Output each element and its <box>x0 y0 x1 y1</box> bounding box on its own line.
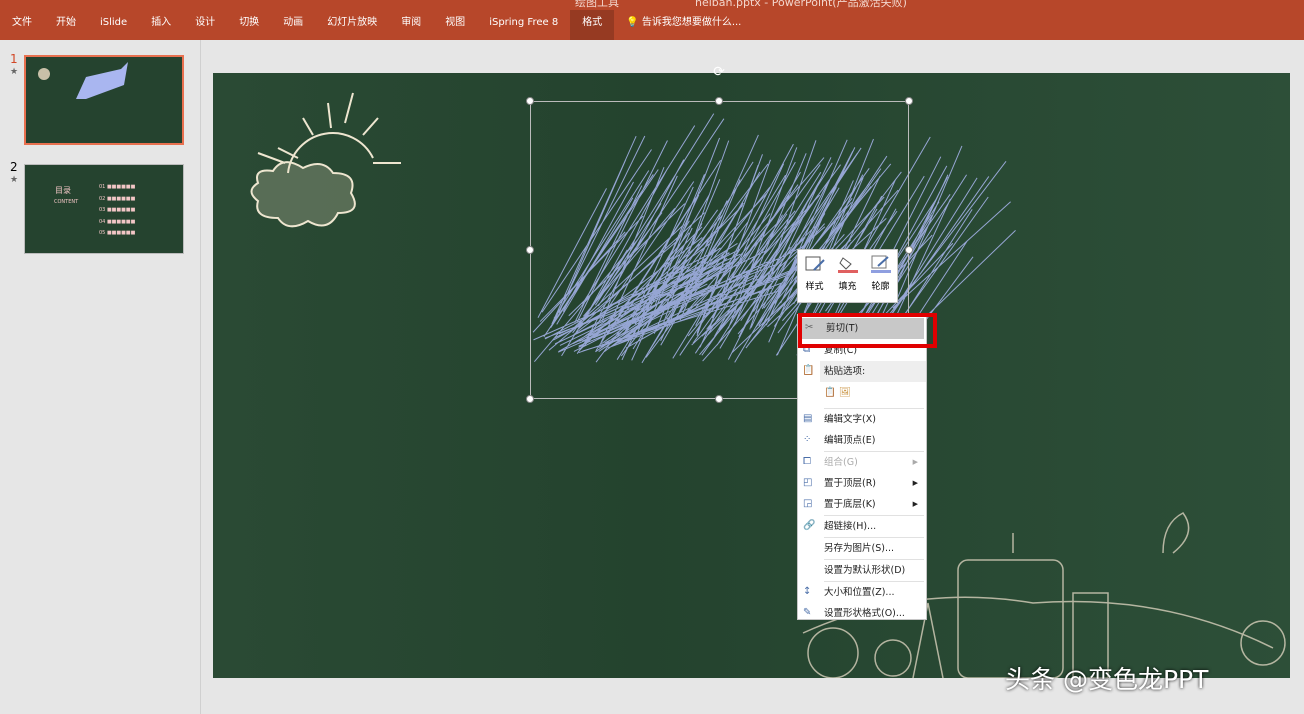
ribbon: 绘图工具 heiban.pptx - PowerPoint(产品激活失败) 文件… <box>0 0 1304 40</box>
menu-item[interactable]: 另存为图片(S)... <box>798 538 926 559</box>
thumbnail-scribble <box>38 62 128 99</box>
paste-icon: 📋 <box>802 365 815 376</box>
tab-view[interactable]: 视图 <box>433 10 477 40</box>
slide-thumbnail-panel: 1 ★ 2 ★ 目录 CONTENT 01 ■■■■■■ 02 ■■■■■■ 0… <box>0 40 201 714</box>
tab-review[interactable]: 审阅 <box>389 10 433 40</box>
sun-cloud-doodle <box>250 92 401 228</box>
paste-picture-icon[interactable]: 🖼 <box>839 387 851 398</box>
bring-front-icon: ◰ <box>803 477 813 488</box>
fill-bucket-icon <box>837 257 858 273</box>
menu-item[interactable]: ⧠ 组合(G) ▶ <box>798 452 926 473</box>
menu-item[interactable]: ↕ 大小和位置(Z)... <box>798 582 926 603</box>
format-shape-icon: ✎ <box>803 607 812 618</box>
submenu-arrow-icon: ▶ <box>912 458 918 466</box>
tab-home[interactable]: 开始 <box>44 10 88 40</box>
slide-number: 1 <box>10 52 18 66</box>
resize-handle[interactable] <box>715 395 723 403</box>
menu-item[interactable]: 设置为默认形状(D) <box>798 560 926 581</box>
menu-item[interactable]: ✎ 设置形状格式(O)... <box>798 603 926 624</box>
thumb-title: 目录 <box>55 186 71 195</box>
resize-handle[interactable] <box>526 395 534 403</box>
edit-points-icon: ⁘ <box>803 434 812 445</box>
submenu-arrow-icon: ▶ <box>912 500 918 508</box>
tab-ispring[interactable]: iSpring Free 8 <box>477 10 570 40</box>
menu-item[interactable]: ◰ 置于顶层(R) ▶ <box>798 473 926 494</box>
highlight-annotation-box <box>798 313 937 348</box>
tab-insert[interactable]: 插入 <box>139 10 183 40</box>
hyperlink-icon: 🔗 <box>803 520 816 531</box>
window-title: heiban.pptx - PowerPoint(产品激活失败) <box>695 0 907 9</box>
animation-star-icon: ★ <box>10 67 19 77</box>
resize-handle[interactable] <box>905 246 913 254</box>
animation-star-icon: ★ <box>10 175 19 185</box>
edit-text-icon: ▤ <box>803 413 813 424</box>
slide-thumbnail-1[interactable] <box>24 55 184 145</box>
tab-animations[interactable]: 动画 <box>271 10 315 40</box>
watermark: 头条 @变色龙PPT <box>1005 665 1209 694</box>
thumb-item: 01 ■■■■■■ <box>99 184 136 190</box>
outline-button[interactable]: 轮廓 <box>870 254 892 302</box>
lightbulb-icon: 💡 <box>626 17 639 28</box>
thumb-subtitle: CONTENT <box>54 199 79 205</box>
style-button[interactable]: 样式 <box>804 254 826 302</box>
slide-thumbnail-2[interactable]: 目录 CONTENT 01 ■■■■■■ 02 ■■■■■■ 03 ■■■■■■… <box>24 164 184 254</box>
menu-item[interactable]: ◲ 置于底层(K) ▶ <box>798 494 926 515</box>
rotate-handle-icon[interactable]: ⟳ <box>711 64 727 80</box>
submenu-arrow-icon: ▶ <box>912 479 918 487</box>
size-position-icon: ↕ <box>803 586 812 597</box>
tab-design[interactable]: 设计 <box>183 10 227 40</box>
thumb-item: 04 ■■■■■■ <box>99 218 136 225</box>
paste-keep-source-icon[interactable]: 📋 <box>824 387 836 398</box>
context-menu: ✂ 剪切(T) ⧉ 复制(C) 📋 粘贴选项: 📋 🖼 ▤ 编辑文字(X) ⁘ 编辑顶点(E… <box>797 314 927 620</box>
tab-format[interactable]: 格式 <box>570 10 615 40</box>
shape-style-icon <box>805 256 825 271</box>
resize-handle[interactable] <box>715 97 723 105</box>
tab-islide[interactable]: iSlide <box>88 10 139 40</box>
menu-item[interactable]: ▤ 编辑文字(X) <box>798 409 926 430</box>
thumb-item: 03 ■■■■■■ <box>99 207 136 213</box>
context-group-label: 绘图工具 <box>575 0 619 9</box>
tell-me-search[interactable]: 💡 告诉我您想要做什么... <box>614 10 753 40</box>
menu-item[interactable]: 🔗 超链接(H)... <box>798 516 926 537</box>
tab-file[interactable]: 文件 <box>0 10 44 40</box>
thumb-item: 02 ■■■■■■ <box>99 195 136 202</box>
resize-handle[interactable] <box>905 97 913 105</box>
group-icon: ⧠ <box>803 456 811 467</box>
menu-item[interactable]: ⁘ 编辑顶点(E) <box>798 430 926 451</box>
mini-toolbar: 样式 填充 轮廓 <box>797 249 898 303</box>
paste-options-header: 📋 粘贴选项: <box>802 361 926 382</box>
slide-number: 2 <box>10 160 18 174</box>
outline-pen-icon <box>870 255 891 273</box>
send-back-icon: ◲ <box>803 498 813 509</box>
thumb-item: 05 ■■■■■■ <box>99 230 136 236</box>
tab-slideshow[interactable]: 幻灯片放映 <box>315 10 389 40</box>
tab-transitions[interactable]: 切换 <box>227 10 271 40</box>
paste-option-buttons: 📋 🖼 <box>798 382 926 408</box>
resize-handle[interactable] <box>526 97 534 105</box>
resize-handle[interactable] <box>526 246 534 254</box>
fill-button[interactable]: 填充 <box>837 254 859 302</box>
